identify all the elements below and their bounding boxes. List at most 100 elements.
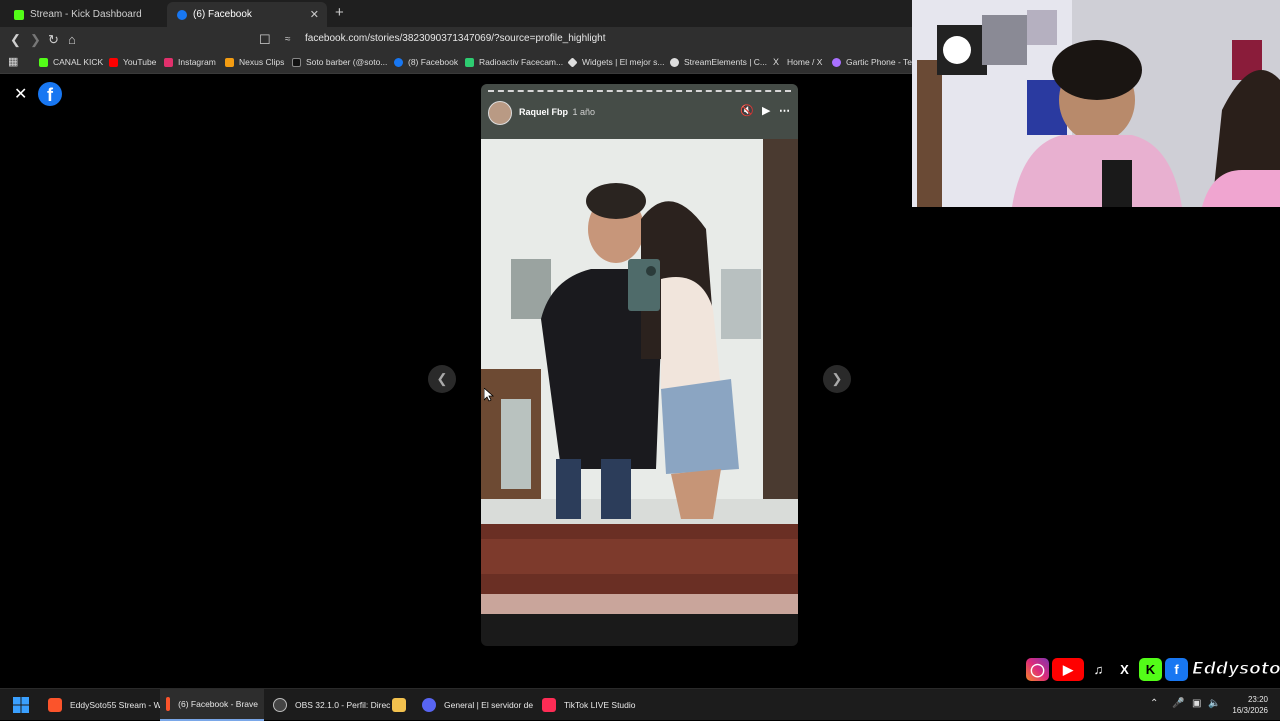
story-author-name[interactable]: Raquel Fbp	[519, 107, 568, 117]
taskbar-item-stream[interactable]: EddySoto55 Stream - W	[42, 689, 168, 721]
mute-icon[interactable]: 🔇	[740, 104, 754, 117]
bookmark-streamelements[interactable]: StreamElements | C...	[670, 57, 767, 67]
taskbar-item-label: General | El servidor de	[444, 700, 534, 710]
story-card[interactable]: Raquel Fbp 1 año 🔇 ▶ ⋯	[481, 84, 798, 646]
taskbar-item-discord[interactable]: General | El servidor de	[420, 689, 535, 721]
next-story-button[interactable]: ❯	[823, 365, 851, 393]
youtube-icon	[109, 57, 118, 67]
folder-icon	[392, 698, 406, 712]
bookmark-radioactiv[interactable]: Radioactiv Facecam...	[465, 57, 563, 67]
avatar[interactable]	[488, 101, 512, 125]
x-icon: X	[1113, 657, 1136, 681]
brave-icon	[48, 698, 62, 712]
radioactiv-icon	[465, 57, 474, 67]
taskbar-item-tiktok-live[interactable]: TikTok LIVE Studio	[540, 689, 638, 721]
youtube-icon: ▶	[1052, 657, 1084, 681]
microphone-icon[interactable]: 🎤	[1172, 698, 1184, 709]
bookmark-label: StreamElements | C...	[684, 57, 767, 67]
bookmark-label: Gartic Phone - Tele	[846, 57, 919, 67]
tab-kick-dashboard[interactable]: Stream - Kick Dashboard	[4, 2, 164, 27]
story-time: 1 año	[572, 107, 596, 117]
tiktok-icon	[542, 698, 556, 712]
bookmark-label: CANAL KICK	[53, 57, 104, 67]
tiktok-icon: ♫	[1087, 657, 1110, 681]
bookmark-home-x[interactable]: X Home / X	[773, 57, 822, 67]
bookmark-soto-barber[interactable]: Soto barber (@soto...	[292, 57, 387, 67]
chevron-up-icon[interactable]: ⌃	[1150, 698, 1158, 709]
bookmark-label: YouTube	[123, 57, 157, 67]
chevron-left-icon: ❮	[436, 371, 448, 386]
clock-time: 23:20	[1247, 695, 1268, 704]
x-icon: X	[773, 56, 780, 67]
taskbar-item-label: (6) Facebook - Brave	[178, 699, 258, 709]
facebook-icon	[177, 9, 187, 20]
bookmark-label: Radioactiv Facecam...	[479, 57, 564, 67]
bookmark-nexus-clips[interactable]: Nexus Clips	[225, 57, 284, 67]
facebook-logo[interactable]: f	[38, 82, 62, 106]
tab-facebook[interactable]: (6) Facebook ✕	[167, 2, 327, 27]
story-progress-bar	[488, 90, 791, 92]
close-icon[interactable]: ✕	[14, 84, 27, 104]
kick-icon: K	[1139, 657, 1162, 681]
windows-start-icon[interactable]	[13, 697, 29, 713]
site-settings-icon[interactable]: ≈	[285, 34, 291, 45]
bookmark-label: Widgets | El mejor s...	[582, 57, 665, 67]
tab-label: (6) Facebook	[193, 9, 252, 20]
close-tab-icon[interactable]: ✕	[310, 8, 319, 21]
taskbar-item-label: OBS 32.1.0 - Perfil: Direc	[295, 700, 391, 710]
widgets-icon	[567, 56, 578, 68]
kick-icon	[39, 57, 48, 67]
taskbar-item-file-explorer[interactable]	[390, 689, 408, 721]
clock-date: 16/3/2026	[1232, 706, 1268, 715]
story-author[interactable]: Raquel Fbp 1 año	[519, 107, 595, 117]
previous-story-button[interactable]: ❮	[428, 365, 456, 393]
url-field[interactable]: facebook.com/stories/3823090371347069/?s…	[305, 33, 606, 44]
taskbar-item-label: TikTok LIVE Studio	[564, 700, 636, 710]
streamelements-icon	[670, 57, 679, 67]
brave-icon	[166, 697, 171, 711]
bookmark-label: Home / X	[787, 57, 823, 67]
taskbar-item-facebook[interactable]: (6) Facebook - Brave	[160, 689, 264, 721]
story-photo	[481, 139, 798, 614]
tab-label: Stream - Kick Dashboard	[30, 9, 142, 20]
story-header: Raquel Fbp 1 año 🔇 ▶ ⋯	[481, 84, 798, 139]
kick-icon	[14, 9, 24, 20]
bookmark-label: Instagram	[178, 57, 216, 67]
more-options-icon[interactable]: ⋯	[779, 104, 790, 117]
new-tab-button[interactable]: +	[335, 4, 344, 21]
obs-icon	[273, 698, 287, 712]
bookmark-facebook[interactable]: (8) Facebook	[394, 57, 458, 67]
facebook-icon	[394, 57, 403, 67]
taskbar-item-label: EddySoto55 Stream - W	[70, 700, 162, 710]
browser-tab-bar: Stream - Kick Dashboard (6) Facebook ✕ +	[0, 0, 912, 27]
bookmarks-bar: ▦ CANAL KICK YouTube Instagram Nexus Cli…	[0, 52, 919, 74]
taskbar: EddySoto55 Stream - W (6) Facebook - Bra…	[0, 688, 1280, 721]
bookmark-label: Nexus Clips	[239, 57, 285, 67]
system-clock[interactable]: 23:20 16/3/2026	[1232, 694, 1268, 716]
bookmark-gartic-phone[interactable]: Gartic Phone - Tele	[832, 57, 919, 67]
apps-grid-icon[interactable]: ▦	[8, 55, 18, 68]
bookmark-canal-kick[interactable]: CANAL KICK	[39, 57, 103, 67]
bookmark-youtube[interactable]: YouTube	[109, 57, 156, 67]
instagram-icon	[164, 57, 173, 67]
forward-icon[interactable]: ❯	[30, 32, 41, 48]
network-icon[interactable]: ▣	[1192, 698, 1201, 709]
bookmark-icon[interactable]: ☐	[259, 32, 271, 48]
bookmark-widgets[interactable]: Widgets | El mejor s...	[567, 56, 665, 68]
bookmark-instagram[interactable]: Instagram	[164, 57, 216, 67]
facebook-icon: f	[1165, 657, 1188, 681]
mouse-cursor-icon	[484, 388, 494, 402]
home-icon[interactable]: ⌂	[68, 32, 76, 47]
bookmark-label: Soto barber (@soto...	[306, 57, 388, 67]
bookmark-label: (8) Facebook	[408, 57, 459, 67]
instagram-icon: ◯	[1026, 657, 1049, 681]
volume-icon[interactable]: 🔈	[1208, 698, 1220, 709]
streamer-handle: Eddysoto55	[1191, 659, 1280, 680]
discord-icon	[422, 698, 436, 712]
reload-icon[interactable]: ↻	[48, 32, 59, 48]
nexus-icon	[225, 57, 234, 67]
play-icon[interactable]: ▶	[762, 104, 770, 117]
taskbar-item-obs[interactable]: OBS 32.1.0 - Perfil: Direc	[271, 689, 392, 721]
tiktok-icon	[292, 57, 301, 67]
back-icon[interactable]: ❮	[10, 32, 21, 48]
